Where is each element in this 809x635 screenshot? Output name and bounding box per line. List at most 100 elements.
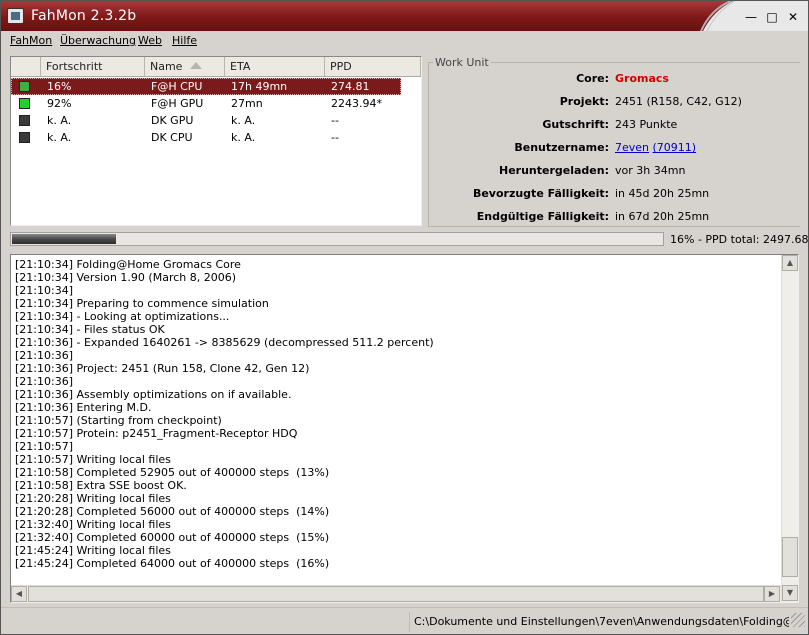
row-name: DK GPU — [151, 114, 194, 127]
username-label: Benutzername: — [514, 141, 609, 154]
scroll-up-icon[interactable]: ▲ — [782, 255, 798, 271]
username-value: 7even (70911) — [615, 141, 696, 154]
status-inactive-icon — [19, 132, 30, 143]
minimize-button[interactable]: — — [743, 9, 759, 25]
row-eta: k. A. — [231, 131, 256, 144]
log-line: [21:10:36] Entering M.D. — [15, 401, 152, 414]
window-title: FahMon 2.3.2b — [31, 8, 137, 24]
log-line: [21:10:57] Writing local files — [15, 453, 171, 466]
credit-value: 243 Punkte — [615, 118, 678, 131]
vertical-scroll-thumb[interactable] — [782, 537, 798, 577]
status-path: C:\Dokumente und Einstellungen\7even\Anw… — [409, 612, 789, 632]
row-ppd: 274.81 — [331, 80, 370, 93]
log-vertical-scrollbar[interactable]: ▲ ▼ — [781, 255, 798, 602]
log-line: [21:10:57] — [15, 440, 73, 453]
team-id-link[interactable]: (70911) — [653, 141, 697, 154]
log-line: [21:10:34] - Looking at optimizations... — [15, 310, 230, 323]
menu-bar: FahMon Überwachung Web Hilfe — [1, 31, 808, 51]
column-ppd[interactable]: PPD — [325, 57, 421, 76]
final-deadline-value: in 67d 20h 25mn — [615, 210, 710, 223]
row-progress: 16% — [47, 80, 72, 93]
progress-bar — [10, 232, 664, 246]
log-line: [21:10:58] Completed 52905 out of 400000… — [15, 466, 330, 479]
downloaded-value: vor 3h 34mn — [615, 164, 686, 177]
fahmon-window: FahMon 2.3.2b — □ ✕ FahMon Überwachung W… — [0, 0, 809, 635]
final-deadline-label: Endgültige Fälligkeit: — [476, 210, 609, 223]
log-lines: [21:10:34] Folding@Home Gromacs Core [21:… — [15, 258, 780, 570]
column-status[interactable] — [11, 57, 41, 76]
close-button[interactable]: ✕ — [785, 9, 801, 25]
progress-summary: 16% - PPD total: 2497.68 — [670, 233, 809, 246]
log-panel[interactable]: [21:10:34] Folding@Home Gromacs Core [21:… — [10, 254, 799, 603]
log-line: [21:45:24] Writing local files — [15, 544, 171, 557]
column-eta[interactable]: ETA — [225, 57, 325, 76]
resize-grip-icon[interactable] — [791, 613, 805, 627]
log-line: [21:10:36] Project: 2451 (Run 158, Clone… — [15, 362, 310, 375]
column-name[interactable]: Name — [145, 57, 225, 76]
log-line: [21:10:36] — [15, 375, 73, 388]
column-progress[interactable]: Fortschritt — [41, 57, 145, 76]
app-icon[interactable] — [7, 8, 24, 24]
maximize-button[interactable]: □ — [764, 9, 780, 25]
log-horizontal-scrollbar[interactable]: ◀ ▶ — [11, 585, 781, 602]
core-label: Core: — [576, 72, 609, 85]
row-name: F@H GPU — [151, 97, 204, 110]
log-line: [21:10:58] Extra SSE boost OK. — [15, 479, 187, 492]
row-ppd: 2243.94* — [331, 97, 382, 110]
log-line: [21:10:36] - Expanded 1640261 -> 8385629… — [15, 336, 434, 349]
column-name-label: Name — [150, 60, 183, 73]
row-ppd: -- — [331, 131, 339, 144]
downloaded-label: Heruntergeladen: — [499, 164, 609, 177]
client-list[interactable]: Fortschritt Name ETA PPD 16% F@H CPU 17h… — [10, 56, 422, 226]
client-list-header: Fortschritt Name ETA PPD — [11, 57, 421, 77]
username-link[interactable]: 7even — [615, 141, 649, 154]
log-line: [21:10:57] (Starting from checkpoint) — [15, 414, 222, 427]
log-line: [21:45:24] Completed 64000 out of 400000… — [15, 557, 330, 570]
horizontal-scroll-thumb[interactable] — [28, 586, 764, 602]
row-eta: k. A. — [231, 114, 256, 127]
log-line: [21:10:34] Version 1.90 (March 8, 2006) — [15, 271, 237, 284]
row-eta: 17h 49mn — [231, 80, 288, 93]
scroll-right-icon[interactable]: ▶ — [764, 586, 780, 602]
core-value: Gromacs — [615, 72, 669, 85]
log-line: [21:32:40] Completed 60000 out of 400000… — [15, 531, 330, 544]
status-inactive-icon — [19, 115, 30, 126]
preferred-deadline-value: in 45d 20h 25mn — [615, 187, 710, 200]
row-eta: 27mn — [231, 97, 263, 110]
log-line: [21:10:34] Folding@Home Gromacs Core — [15, 258, 241, 271]
client-row[interactable]: 92% F@H GPU 27mn 2243.94* — [11, 95, 401, 112]
row-progress: k. A. — [47, 131, 72, 144]
menu-fahmon[interactable]: FahMon — [10, 34, 52, 47]
log-line: [21:10:57] Protein: p2451_Fragment-Recep… — [15, 427, 298, 440]
log-line: [21:32:40] Writing local files — [15, 518, 171, 531]
status-running-icon — [19, 81, 30, 92]
credit-label: Gutschrift: — [542, 118, 609, 131]
preferred-deadline-label: Bevorzugte Fälligkeit: — [472, 187, 609, 200]
sort-ascending-icon — [190, 62, 202, 69]
row-ppd: -- — [331, 114, 339, 127]
log-line: [21:10:36] — [15, 349, 73, 362]
work-unit-group — [428, 62, 800, 227]
title-bar[interactable]: FahMon 2.3.2b — □ ✕ — [1, 1, 808, 31]
project-label: Projekt: — [559, 95, 609, 108]
status-bar: C:\Dokumente und Einstellungen\7even\Anw… — [1, 607, 808, 634]
log-line: [21:10:34] — [15, 284, 73, 297]
client-row[interactable]: k. A. DK GPU k. A. -- — [11, 112, 401, 129]
menu-ueberwachung[interactable]: Überwachung — [60, 34, 136, 47]
row-name: DK CPU — [151, 131, 193, 144]
row-name: F@H CPU — [151, 80, 203, 93]
row-progress: k. A. — [47, 114, 72, 127]
client-row[interactable]: k. A. DK CPU k. A. -- — [11, 129, 401, 146]
project-value: 2451 (R158, C42, G12) — [615, 95, 742, 108]
client-row[interactable]: 16% F@H CPU 17h 49mn 274.81 — [11, 78, 401, 95]
log-line: [21:10:34] - Files status OK — [15, 323, 165, 336]
work-unit-legend: Work Unit — [433, 56, 491, 69]
menu-hilfe[interactable]: Hilfe — [172, 34, 197, 47]
menu-web[interactable]: Web — [138, 34, 162, 47]
scroll-left-icon[interactable]: ◀ — [11, 586, 27, 602]
log-line: [21:20:28] Completed 56000 out of 400000… — [15, 505, 330, 518]
progress-bar-fill — [12, 234, 116, 244]
log-line: [21:20:28] Writing local files — [15, 492, 171, 505]
scroll-down-icon[interactable]: ▼ — [782, 585, 798, 601]
status-running-icon — [19, 98, 30, 109]
